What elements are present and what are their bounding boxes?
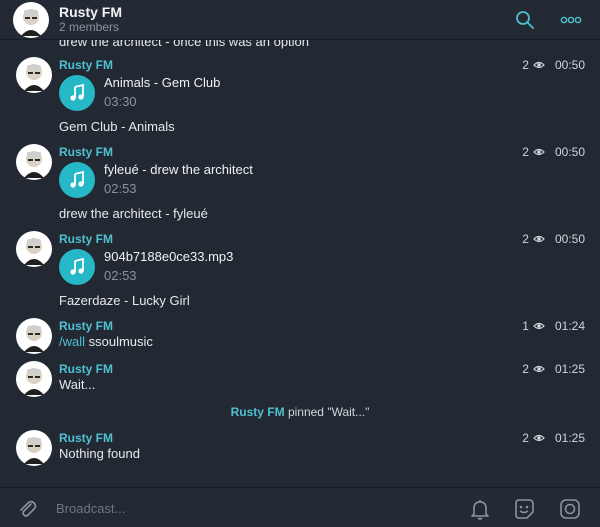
play-icon [70, 171, 84, 188]
message-time: 01:24 [554, 319, 585, 333]
view-count: 2 [522, 431, 529, 445]
message-list[interactable]: drew the architect - once this was an op… [0, 40, 600, 487]
avatar[interactable] [16, 361, 52, 397]
view-count: 2 [522, 232, 529, 246]
view-count: 1 [522, 319, 529, 333]
eye-icon [533, 235, 545, 243]
chat-title[interactable]: Rusty FM [59, 4, 122, 20]
emoji-icon[interactable] [512, 497, 536, 521]
sender-name[interactable]: Rusty FM [59, 362, 113, 376]
paperclip-icon[interactable] [16, 497, 38, 519]
search-button[interactable] [513, 8, 537, 32]
channel-avatar[interactable] [13, 2, 49, 38]
sender-name[interactable]: Rusty FM [59, 431, 113, 445]
audio-duration: 02:53 [104, 181, 137, 196]
message-meta: 1 01:24 [522, 319, 585, 333]
chat-header: Rusty FM 2 members [0, 0, 600, 40]
message-text: /wall ssoulmusic [59, 334, 153, 349]
sender-name[interactable]: Rusty FM [59, 58, 113, 72]
bell-icon[interactable] [468, 497, 492, 521]
sender-name[interactable]: Rusty FM [59, 145, 113, 159]
view-count: 2 [522, 362, 529, 376]
message-composer [0, 487, 600, 527]
pinned-service-message[interactable]: Rusty FM pinned "Wait..." [0, 405, 600, 419]
more-button[interactable] [559, 8, 583, 32]
eye-icon [533, 61, 545, 69]
eye-icon [533, 322, 545, 330]
message-time: 00:50 [554, 145, 585, 159]
play-button[interactable] [59, 249, 95, 285]
audio-title: Animals - Gem Club [104, 75, 221, 90]
avatar[interactable] [16, 231, 52, 267]
message-meta: 2 00:50 [522, 145, 585, 159]
play-button[interactable] [59, 75, 95, 111]
audio-attachment[interactable]: Animals - Gem Club 03:30 [59, 75, 419, 115]
eye-icon [533, 365, 545, 373]
audio-attachment[interactable]: 904b7188e0ce33.mp3 02:53 [59, 249, 419, 289]
audio-title: 904b7188e0ce33.mp3 [104, 249, 234, 264]
view-count: 2 [522, 145, 529, 159]
view-count: 2 [522, 58, 529, 72]
message-caption: Gem Club - Animals [59, 119, 175, 134]
message-text: Nothing found [59, 446, 140, 461]
message-meta: 2 01:25 [522, 431, 585, 445]
message-time: 00:50 [554, 232, 585, 246]
service-actor[interactable]: Rusty FM [231, 405, 285, 419]
service-action: pinned "Wait..." [284, 405, 370, 419]
sender-name[interactable]: Rusty FM [59, 232, 113, 246]
search-icon [516, 11, 534, 29]
message-time: 01:25 [554, 431, 585, 445]
bot-command-icon[interactable] [558, 497, 582, 521]
sender-name[interactable]: Rusty FM [59, 319, 113, 333]
broadcast-input[interactable] [56, 498, 436, 518]
message-time: 01:25 [554, 362, 585, 376]
audio-title: fyleué - drew the architect [104, 162, 253, 177]
member-count: 2 members [59, 20, 120, 34]
message-meta: 2 00:50 [522, 232, 585, 246]
avatar[interactable] [16, 430, 52, 466]
avatar[interactable] [16, 318, 52, 354]
eye-icon [533, 148, 545, 156]
bot-command-link[interactable]: /wall [59, 334, 85, 349]
message-meta: 2 01:25 [522, 362, 585, 376]
message-text: Wait... [59, 377, 96, 392]
play-button[interactable] [59, 162, 95, 198]
audio-duration: 02:53 [104, 268, 137, 283]
play-icon [70, 84, 84, 101]
message-caption: drew the architect - fyleué [59, 206, 208, 221]
message-meta: 2 00:50 [522, 58, 585, 72]
avatar[interactable] [16, 57, 52, 93]
message-text: drew the architect - once this was an op… [59, 40, 310, 49]
audio-duration: 03:30 [104, 94, 137, 109]
command-argument: ssoulmusic [85, 334, 153, 349]
message-time: 00:50 [554, 58, 585, 72]
avatar[interactable] [16, 144, 52, 180]
more-icon [560, 16, 582, 24]
audio-attachment[interactable]: fyleué - drew the architect 02:53 [59, 162, 419, 202]
eye-icon [533, 434, 545, 442]
play-icon [70, 258, 84, 275]
message-caption: Fazerdaze - Lucky Girl [59, 293, 190, 308]
